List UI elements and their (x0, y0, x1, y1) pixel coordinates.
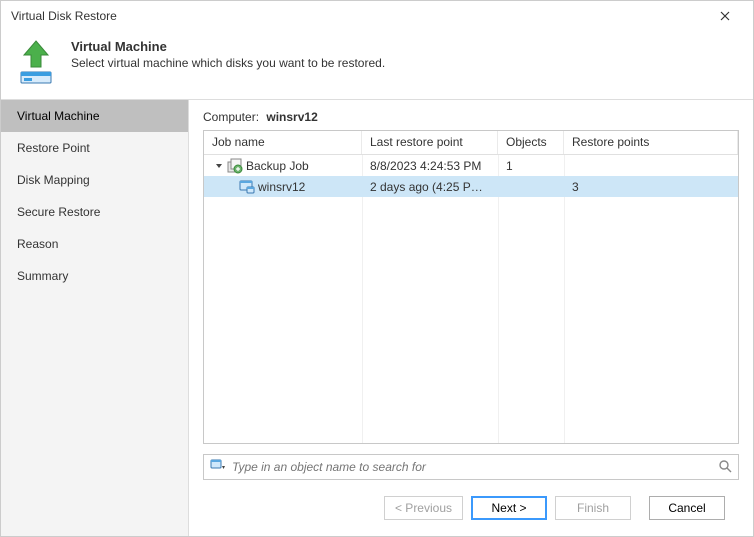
tree-expander[interactable] (214, 161, 224, 171)
col-header-last-restore[interactable]: Last restore point (362, 131, 498, 154)
row-job-name: Backup Job (246, 159, 309, 173)
row-objects: 1 (498, 159, 564, 173)
close-icon (720, 11, 730, 21)
computer-value: winsrv12 (266, 110, 317, 124)
main-panel: Computer: winsrv12 Job name Last restore… (189, 100, 753, 536)
titlebar: Virtual Disk Restore (1, 1, 753, 31)
row-restore-points: 3 (564, 180, 738, 194)
row-last-restore: 2 days ago (4:25 PM ... (362, 180, 498, 194)
close-button[interactable] (705, 2, 745, 30)
finish-button: Finish (555, 496, 631, 520)
sidebar-item-disk-mapping[interactable]: Disk Mapping (1, 164, 188, 196)
search-icon[interactable] (718, 459, 732, 476)
col-header-objects[interactable]: Objects (498, 131, 564, 154)
col-header-job-name[interactable]: Job name (204, 131, 362, 154)
row-last-restore: 8/8/2023 4:24:53 PM (362, 159, 498, 173)
sidebar-item-virtual-machine[interactable]: Virtual Machine (1, 100, 188, 132)
previous-button: < Previous (384, 496, 463, 520)
col-header-restore-points[interactable]: Restore points (564, 131, 738, 154)
wizard-steps-sidebar: Virtual Machine Restore Point Disk Mappi… (1, 100, 189, 536)
sidebar-item-secure-restore[interactable]: Secure Restore (1, 196, 188, 228)
sidebar-item-label: Disk Mapping (17, 173, 90, 187)
search-bar (203, 454, 739, 480)
page-title: Virtual Machine (71, 39, 385, 54)
backup-job-icon (227, 158, 243, 174)
cancel-button[interactable]: Cancel (649, 496, 725, 520)
table-row-job[interactable]: Backup Job 8/8/2023 4:24:53 PM 1 (204, 155, 738, 176)
computer-label-line: Computer: winsrv12 (203, 110, 739, 124)
sidebar-item-label: Virtual Machine (17, 109, 100, 123)
vm-icon (239, 179, 255, 195)
sidebar-item-reason[interactable]: Reason (1, 228, 188, 260)
page-subtitle: Select virtual machine which disks you w… (71, 56, 385, 70)
sidebar-item-restore-point[interactable]: Restore Point (1, 132, 188, 164)
sidebar-item-label: Summary (17, 269, 68, 283)
grid-header: Job name Last restore point Objects Rest… (204, 131, 738, 155)
search-input[interactable] (232, 460, 712, 474)
window-title: Virtual Disk Restore (9, 9, 705, 23)
computer-label: Computer: (203, 110, 259, 124)
table-row-vm[interactable]: winsrv12 2 days ago (4:25 PM ... 3 (204, 176, 738, 197)
next-button[interactable]: Next > (471, 496, 547, 520)
wizard-window: Virtual Disk Restore Virtual Machine Sel… (0, 0, 754, 537)
sidebar-item-label: Reason (17, 237, 58, 251)
grid-body: Backup Job 8/8/2023 4:24:53 PM 1 (204, 155, 738, 443)
restore-icon (15, 39, 57, 85)
wizard-footer: < Previous Next > Finish Cancel (203, 480, 739, 536)
sidebar-item-label: Restore Point (17, 141, 90, 155)
wizard-header: Virtual Machine Select virtual machine w… (1, 31, 753, 99)
sidebar-item-label: Secure Restore (17, 205, 100, 219)
object-picker-icon[interactable] (210, 458, 226, 477)
content-area: Virtual Machine Restore Point Disk Mappi… (1, 99, 753, 536)
jobs-grid: Job name Last restore point Objects Rest… (203, 130, 739, 444)
row-vm-name: winsrv12 (258, 180, 305, 194)
chevron-down-icon (215, 162, 223, 170)
sidebar-item-summary[interactable]: Summary (1, 260, 188, 292)
